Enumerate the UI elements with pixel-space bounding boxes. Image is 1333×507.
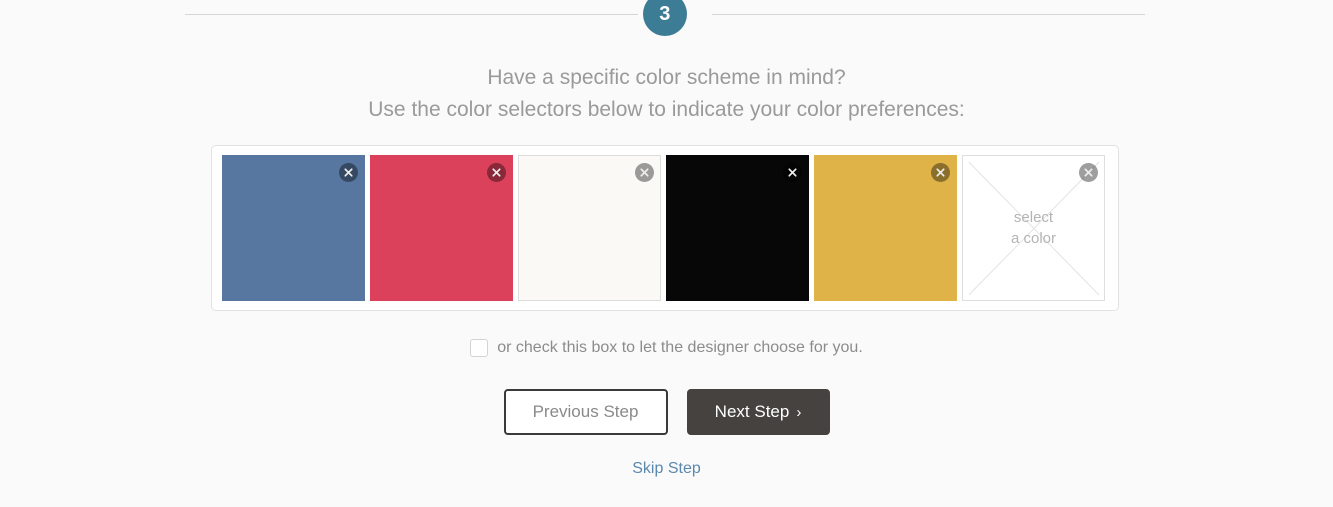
skip-step-link[interactable]: Skip Step xyxy=(632,460,700,477)
prompt-line-2: Use the color selectors below to indicat… xyxy=(368,98,965,121)
step-navigation: Previous Step Next Step › xyxy=(0,389,1333,435)
step-number-badge: 3 xyxy=(643,0,687,36)
remove-color-icon[interactable] xyxy=(487,163,506,182)
step-rule-right xyxy=(712,14,1145,15)
previous-step-label: Previous Step xyxy=(532,402,639,421)
color-swatch-panel: select a color xyxy=(211,145,1119,311)
step-header: 3 xyxy=(0,0,1333,42)
empty-swatch-placeholder-line-1: select xyxy=(1013,209,1054,226)
color-swatch[interactable] xyxy=(518,155,661,301)
skip-step-row: Skip Step xyxy=(0,460,1333,478)
prompt-line-1: Have a specific color scheme in mind? xyxy=(487,66,846,89)
designer-choice-checkbox[interactable] xyxy=(470,339,489,357)
designer-choice-label: or check this box to let the designer ch… xyxy=(497,339,863,356)
page-title: Have a specific color scheme in mind? Us… xyxy=(0,62,1333,126)
remove-color-icon[interactable] xyxy=(339,163,358,182)
remove-color-icon[interactable] xyxy=(783,163,802,182)
next-step-button[interactable]: Next Step › xyxy=(686,389,830,435)
color-swatch[interactable] xyxy=(370,155,513,301)
color-swatch[interactable] xyxy=(666,155,809,301)
remove-color-icon[interactable] xyxy=(635,163,654,182)
empty-swatch-placeholder-line-2: a color xyxy=(1010,230,1057,247)
remove-color-icon[interactable] xyxy=(1079,163,1098,182)
designer-choice-row: or check this box to let the designer ch… xyxy=(0,339,1333,357)
color-swatch[interactable] xyxy=(222,155,365,301)
chevron-right-icon: › xyxy=(796,403,802,421)
color-swatch[interactable] xyxy=(814,155,957,301)
previous-step-button[interactable]: Previous Step xyxy=(503,389,668,435)
color-swatch-empty[interactable]: select a color xyxy=(962,155,1105,301)
remove-color-icon[interactable] xyxy=(931,163,950,182)
next-step-label: Next Step xyxy=(714,402,790,421)
step-rule-left xyxy=(185,14,638,15)
